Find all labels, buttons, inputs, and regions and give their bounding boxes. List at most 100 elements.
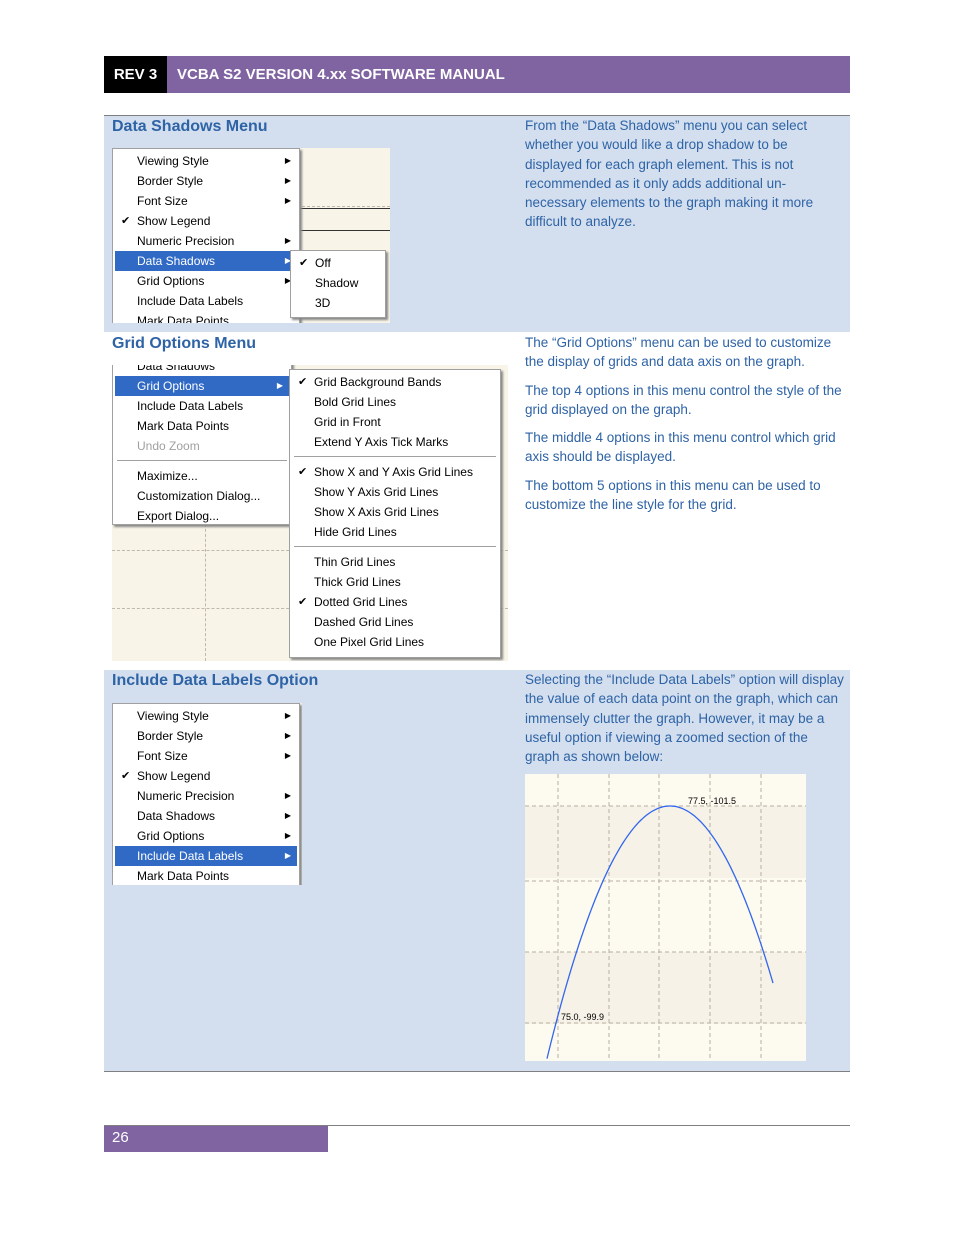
menu-item-grid-options[interactable]: Grid Options ▶ (115, 271, 297, 291)
paragraph: The bottom 5 options in this menu can be… (525, 477, 821, 513)
menu-item-mark-data-points[interactable]: Mark Data Points (115, 416, 289, 436)
menu-item-show-legend[interactable]: Show Legend ✔ (115, 766, 297, 786)
submenu-arrow-icon: ▶ (284, 751, 291, 760)
menu-item-include-data-labels[interactable]: Include Data Labels (115, 291, 297, 311)
menu-item-label: Mark Data Points (137, 314, 230, 323)
menu-item-font-size[interactable]: Font Size ▶ (115, 746, 297, 766)
menu-item-label: Border Style (137, 174, 204, 188)
menu-item-border-style[interactable]: Border Style ▶ (115, 726, 297, 746)
checkmark-icon: ✔ (298, 376, 308, 388)
menu-item-thick-grid-lines[interactable]: Thick Grid Lines (292, 572, 498, 592)
screenshot-grid-options: Data Shadows Grid Options ▶ Include Data La… (112, 365, 508, 661)
section-title: Data Shadows Menu (112, 118, 268, 135)
paragraph: The top 4 options in this menu control t… (525, 382, 842, 417)
menu-item-border-style[interactable]: Border Style ▶ (115, 171, 297, 191)
menu-item-label: Grid Options (137, 379, 205, 393)
menu-item-label: Grid in Front (314, 415, 381, 429)
menu-item-export-dialog[interactable]: Export Dialog... (115, 506, 289, 526)
menu-item-shadow[interactable]: Shadow (293, 273, 383, 293)
section-text: The “Grid Options” menu can be used to c… (525, 333, 845, 523)
menu-item-dotted-grid-lines[interactable]: Dotted Grid Lines ✔ (292, 592, 498, 612)
menu-item-numeric-precision[interactable]: Numeric Precision ▶ (115, 786, 297, 806)
menu-item-show-x-and-y-axis-grid-lines[interactable]: Show X and Y Axis Grid Lines ✔ (292, 462, 498, 482)
menu-item-show-y-axis-grid-lines[interactable]: Show Y Axis Grid Lines (292, 482, 498, 502)
menu-item-thin-grid-lines[interactable]: Thin Grid Lines (292, 552, 498, 572)
menu-item-3d[interactable]: 3D (293, 293, 383, 313)
screenshot-data-shadows: Viewing Style ▶ Border Style ▶ Font Size ▶ Sho… (112, 148, 390, 323)
checkmark-icon: ✔ (298, 466, 308, 478)
menu-item-mark-data-points[interactable]: Mark Data Points (115, 866, 297, 885)
menu-item-label: Show X Axis Grid Lines (314, 505, 439, 519)
menu-item-extend-y-axis-tick-marks[interactable]: Extend Y Axis Tick Marks (292, 432, 498, 452)
menu-item-viewing-style[interactable]: Viewing Style ▶ (115, 706, 297, 726)
menu-item-show-x-axis-grid-lines[interactable]: Show X Axis Grid Lines (292, 502, 498, 522)
zoomed-graph: 77.5, -101.5 75.0, -99.9 (525, 774, 806, 1061)
screenshot-data-labels: Viewing Style ▶ Border Style ▶ Font Size ▶ Sho… (112, 703, 302, 885)
menu-item-off[interactable]: Off ✔ (293, 253, 383, 273)
menu-item-label: Show Y Axis Grid Lines (314, 485, 439, 499)
menu-item-label: Include Data Labels (137, 399, 244, 413)
context-menu: Viewing Style ▶ Border Style ▶ Font Size ▶ Sho… (112, 148, 300, 323)
menu-item-label: Extend Y Axis Tick Marks (314, 435, 449, 449)
grid-options-submenu: Grid Background Bands ✔ Bold Grid Lines Gri… (289, 369, 501, 658)
menu-item-dashed-grid-lines[interactable]: Dashed Grid Lines (292, 612, 498, 632)
menu-item-label: 3D (315, 296, 331, 310)
menu-item-customization-dialog[interactable]: Customization Dialog... (115, 486, 289, 506)
menu-item-label: Font Size (137, 749, 188, 763)
menu-item-label: Viewing Style (137, 709, 209, 723)
page: { "header":{"rev":"REV 3","title":"VCBA … (0, 0, 954, 1235)
section-title: Include Data Labels Option (112, 672, 319, 689)
menu-item-grid-options[interactable]: Grid Options ▶ (115, 376, 289, 396)
menu-item-data-shadows[interactable]: Data Shadows (115, 365, 289, 376)
grid-band (525, 806, 806, 878)
paragraph: Selecting the “Include Data Labels” opti… (525, 672, 844, 765)
menu-item-grid-options[interactable]: Grid Options ▶ (115, 826, 297, 846)
submenu-arrow-icon: ▶ (284, 236, 291, 245)
checkmark-icon: ✔ (121, 770, 131, 782)
menu-item-include-data-labels[interactable]: Include Data Labels (115, 396, 289, 416)
submenu-arrow-icon: ▶ (284, 851, 291, 860)
menu-item-font-size[interactable]: Font Size ▶ (115, 191, 297, 211)
data-shadows-submenu: Off ✔ Shadow 3D (290, 250, 386, 318)
data-label: 77.5, -101.5 (688, 796, 737, 806)
menu-item-label: One Pixel Grid Lines (314, 635, 425, 649)
submenu-arrow-icon: ▶ (284, 711, 291, 720)
menu-item-hide-grid-lines[interactable]: Hide Grid Lines (292, 522, 498, 542)
paragraph: The middle 4 options in this menu contro… (525, 430, 836, 465)
menu-item-label: Off (315, 256, 331, 270)
paragraph: The “Grid Options” menu can be used to c… (525, 335, 832, 370)
checkmark-icon: ✔ (121, 215, 131, 227)
context-menu: Data Shadows Grid Options ▶ Include Data La… (112, 365, 292, 525)
menu-item-grid-in-front[interactable]: Grid in Front (292, 412, 498, 432)
submenu-arrow-icon: ▶ (284, 811, 291, 820)
menu-item-show-legend[interactable]: Show Legend ✔ (115, 211, 297, 231)
menu-item-label: Mark Data Points (137, 419, 230, 433)
menu-item-grid-background-bands[interactable]: Grid Background Bands ✔ (292, 372, 498, 392)
menu-separator (294, 456, 496, 457)
menu-item-label: Data Shadows (137, 809, 216, 823)
menu-item-viewing-style[interactable]: Viewing Style ▶ (115, 151, 297, 171)
page-number: 26 (104, 1126, 328, 1152)
context-menu: Viewing Style ▶ Border Style ▶ Font Size ▶ Sho… (112, 703, 300, 885)
menu-item-numeric-precision[interactable]: Numeric Precision ▶ (115, 231, 297, 251)
revision-label: REV 3 (104, 56, 167, 93)
menu-item-label: Grid Background Bands (314, 375, 442, 389)
menu-item-label: Grid Options (137, 829, 205, 843)
menu-item-mark-data-points[interactable]: Mark Data Points (115, 311, 297, 323)
checkmark-icon: ✔ (299, 257, 309, 269)
menu-item-include-data-labels[interactable]: Include Data Labels ▶ (115, 846, 297, 866)
menu-item-one-pixel-grid-lines[interactable]: One Pixel Grid Lines (292, 632, 498, 652)
menu-item-label: Include Data Labels (137, 294, 244, 308)
section-title: Grid Options Menu (112, 335, 256, 352)
menu-item-label: Maximize... (137, 469, 198, 483)
menu-item-maximize[interactable]: Maximize... (115, 466, 289, 486)
menu-item-label: Thin Grid Lines (314, 555, 396, 569)
menu-item-data-shadows[interactable]: Data Shadows ▶ (115, 251, 297, 271)
submenu-arrow-icon: ▶ (284, 156, 291, 165)
section-text: Selecting the “Include Data Labels” opti… (525, 670, 845, 775)
submenu-arrow-icon: ▶ (284, 196, 291, 205)
menu-item-data-shadows[interactable]: Data Shadows ▶ (115, 806, 297, 826)
menu-item-bold-grid-lines[interactable]: Bold Grid Lines (292, 392, 498, 412)
divider (104, 1071, 850, 1072)
menu-item-label: Dotted Grid Lines (314, 595, 408, 609)
